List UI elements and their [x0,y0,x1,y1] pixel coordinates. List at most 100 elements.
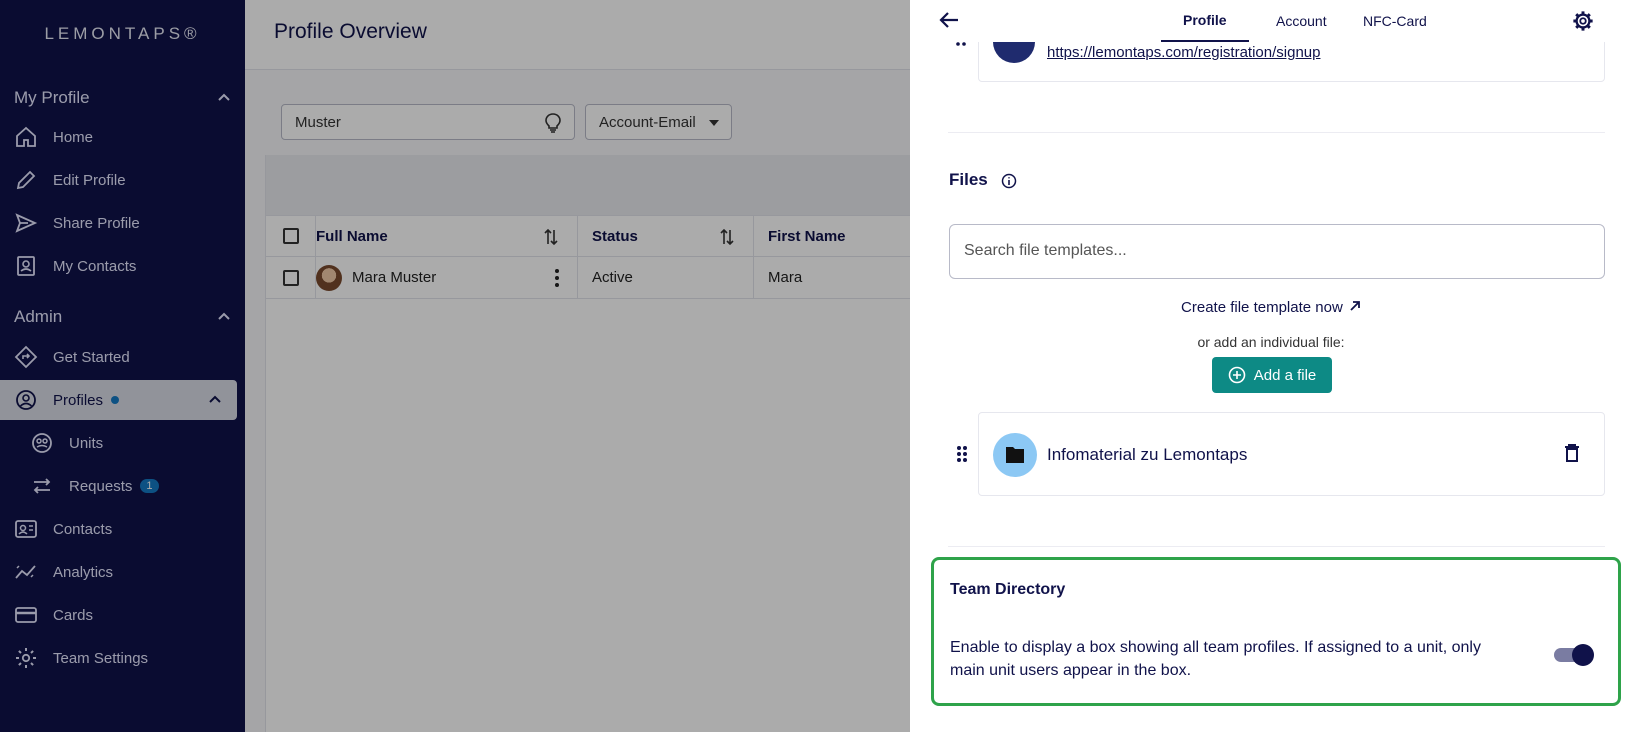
column-label: First Name [768,227,846,245]
units-icon [32,433,52,453]
user-circle-icon [16,390,36,410]
sidebar-item-team-settings[interactable]: Team Settings [0,638,237,678]
tab-profile[interactable]: Profile [1161,0,1249,42]
sidebar-item-label: Edit Profile [53,171,126,189]
status-cell: Active [578,257,754,298]
table-header: Full Name Status First Name [266,215,910,257]
admin-heading: Admin [14,307,63,326]
gear-icon[interactable] [1572,10,1594,32]
column-header-first-name[interactable]: First Name [754,216,910,256]
sidebar-item-requests[interactable]: Requests 1 [0,466,237,506]
tab-account[interactable]: Account [1254,0,1349,42]
chevron-up-icon [218,93,230,101]
sidebar-item-label: My Contacts [53,257,137,275]
file-item-card[interactable]: Infomaterial zu Lemontaps [978,412,1605,496]
file-search-placeholder: Search file templates... [964,242,1127,259]
column-label: Status [592,227,638,245]
create-link-label: Create file template now [1181,299,1343,316]
my-profile-section-header[interactable]: My Profile [14,84,232,112]
team-directory-title: Team Directory [950,581,1066,598]
chevron-up-icon [218,312,230,320]
files-section-title: Files [949,170,988,189]
main-content: Profile Overview Muster Account-Email Fu… [245,0,910,732]
or-add-individual-text: or add an individual file: [1197,334,1345,350]
pencil-icon [16,170,36,190]
sidebar-item-label: Requests [69,477,133,495]
page-title: Profile Overview [274,20,427,43]
sidebar-item-cards[interactable]: Cards [0,595,237,635]
send-icon [15,213,38,233]
profile-search-input[interactable]: Muster [281,104,575,140]
status-value: Active [592,269,633,286]
create-file-template-link[interactable]: Create file template now [910,299,1632,316]
swap-arrows-icon [33,478,51,494]
caret-down-icon [709,120,719,126]
sidebar-item-label: Home [53,128,94,146]
row-checkbox[interactable] [282,269,299,286]
contact-card-icon [17,256,35,276]
contacts-icon [15,520,37,538]
full-name-cell: Mara Muster [316,257,578,298]
chevron-up-icon [209,395,221,403]
add-circle-icon [1228,366,1246,384]
sidebar-item-get-started[interactable]: Get Started [0,337,237,377]
requests-count-badge: 1 [140,479,159,493]
file-template-search-input[interactable]: Search file templates... [949,224,1605,279]
link-url[interactable]: https://lemontaps.com/registration/signu… [1047,44,1320,61]
logo: LEMONTAPS® [44,24,201,43]
add-file-label: Add a file [1253,366,1317,384]
sidebar-item-units[interactable]: Units [0,423,237,463]
analytics-icon [15,565,36,579]
lightbulb-icon[interactable] [544,113,562,133]
credit-card-icon [15,607,37,623]
sidebar: LEMONTAPS® My Profile Home Edit Profile … [0,0,245,732]
profiles-table: Full Name Status First Name Mara Muster … [265,155,910,732]
select-value: Account-Email [599,114,696,131]
toggle-knob [1572,644,1594,666]
avatar [316,264,342,291]
home-icon [16,126,36,147]
drawer-header: Profile Account NFC-Card [910,0,1632,42]
sort-icon[interactable] [719,228,735,246]
column-label: Full Name [316,227,388,245]
sidebar-item-label: Share Profile [53,214,140,232]
divider [948,132,1605,133]
info-icon[interactable] [1001,173,1017,189]
table-row[interactable]: Mara Muster Active Mara [266,257,910,299]
column-header-full-name[interactable]: Full Name [316,216,578,256]
first-name-cell: Mara [754,257,910,298]
search-value: Muster [295,114,341,131]
trash-icon[interactable] [1564,443,1580,463]
drag-handle-icon[interactable] [956,445,968,463]
add-file-button[interactable]: Add a file [1212,357,1332,393]
sort-icon[interactable] [543,228,559,246]
sidebar-item-label: Team Settings [53,649,149,667]
search-field-select[interactable]: Account-Email [585,104,732,140]
sidebar-item-label: Get Started [53,348,130,366]
back-arrow-icon[interactable] [938,10,960,30]
sidebar-item-analytics[interactable]: Analytics [0,552,237,592]
team-directory-section: Team Directory Enable to display a box s… [931,557,1621,706]
my-profile-heading: My Profile [14,88,90,107]
sidebar-item-label: Profiles [53,391,104,409]
tab-nfc-card[interactable]: NFC-Card [1341,0,1449,42]
sidebar-item-label: Analytics [53,563,114,581]
sidebar-item-my-contacts[interactable]: My Contacts [0,246,237,286]
file-name: Infomaterial zu Lemontaps [1047,445,1248,464]
sidebar-item-label: Cards [53,606,94,624]
select-all-checkbox[interactable] [282,228,299,244]
team-directory-toggle[interactable] [1554,644,1594,666]
full-name-value: Mara Muster [352,269,437,286]
sidebar-item-share-profile[interactable]: Share Profile [0,203,237,243]
more-vert-icon[interactable] [555,269,559,287]
admin-section-header[interactable]: Admin [14,303,232,331]
sidebar-item-label: Units [69,434,104,452]
sidebar-item-contacts[interactable]: Contacts [0,509,237,549]
directions-icon [14,345,38,369]
sidebar-item-profiles[interactable]: Profiles [0,380,237,420]
column-header-status[interactable]: Status [578,216,754,256]
folder-icon [1006,447,1024,463]
sidebar-item-label: Contacts [53,520,113,538]
sidebar-item-edit-profile[interactable]: Edit Profile [0,160,237,200]
sidebar-item-home[interactable]: Home [0,117,237,157]
